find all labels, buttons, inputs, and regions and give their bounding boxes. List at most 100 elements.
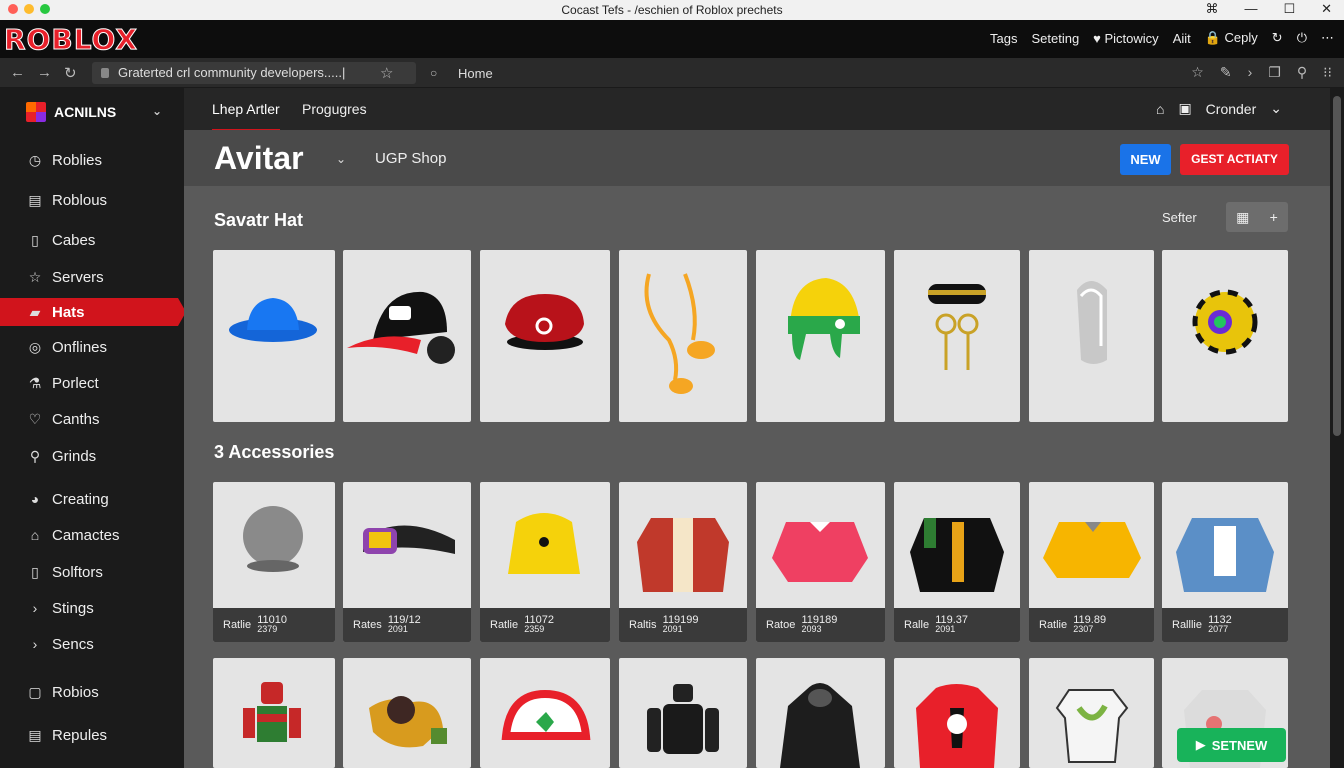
- close-icon[interactable]: ✕: [1321, 1, 1332, 17]
- accessory-year: 2359: [524, 624, 545, 634]
- accessory-card[interactable]: Ralle 119.37 2091: [894, 482, 1020, 642]
- accessory-card[interactable]: Ralllie 1132 2077: [1162, 482, 1288, 642]
- header-link-ceply[interactable]: 🔒 Ceply: [1205, 30, 1258, 46]
- vertical-scrollbar[interactable]: [1330, 88, 1344, 768]
- chevron-down-icon[interactable]: ⌄: [1270, 100, 1282, 117]
- sorter-label[interactable]: Sefter: [1162, 210, 1197, 225]
- hat-card-blue-fedora[interactable]: [213, 250, 335, 422]
- view-toggle[interactable]: ▦ +: [1226, 202, 1288, 232]
- account-switcher[interactable]: ACNILNS ⌄: [26, 102, 162, 122]
- extensions-icon[interactable]: ⁝⁝: [1323, 64, 1332, 81]
- get-activity-button[interactable]: GEST ACTIATY: [1180, 144, 1289, 175]
- accessory-card[interactable]: Raltis 119199 2091: [619, 482, 747, 642]
- tab-lhep-artler[interactable]: Lhep Artler: [212, 101, 280, 132]
- accessory-name: Ratlie: [490, 618, 519, 631]
- sidebar-item-roblous[interactable]: ▤ Roblous: [0, 186, 184, 214]
- window-title: Cocast Tefs - /eschien of Roblox prechet…: [561, 3, 783, 17]
- accessory-card[interactable]: Ratlie 11010 2379: [213, 482, 335, 642]
- tab-progugres[interactable]: Progugres: [302, 101, 367, 117]
- sidebar-item-grinds[interactable]: ⚲ Grinds: [0, 442, 184, 470]
- sidebar-item-label: Hats: [52, 303, 85, 321]
- item-card-black-armor[interactable]: [619, 658, 747, 768]
- chevron-down-icon[interactable]: ⌄: [336, 152, 346, 166]
- hat-card-gold-chain[interactable]: [894, 250, 1020, 422]
- scrollbar-thumb[interactable]: [1333, 96, 1341, 436]
- search-icon[interactable]: ⚲: [1297, 64, 1307, 81]
- home-tab[interactable]: Home: [458, 66, 493, 81]
- ugp-shop-link[interactable]: UGP Shop: [375, 150, 446, 167]
- accessory-image: [910, 518, 1004, 592]
- user-name[interactable]: Cronder: [1206, 101, 1257, 117]
- new-button[interactable]: NEW: [1120, 144, 1171, 175]
- add-icon[interactable]: +: [1270, 209, 1278, 225]
- url-input[interactable]: Graterted crl community developers.....|: [92, 62, 416, 84]
- star-icon[interactable]: ☆: [1191, 64, 1204, 81]
- minimize-icon[interactable]: —: [1244, 1, 1257, 17]
- hat-card-silver-helmet[interactable]: [1029, 250, 1154, 422]
- sidebar-item-camactes[interactable]: ⌂ Camactes: [0, 521, 184, 549]
- accessory-price-row: Rates 119/12 2091: [343, 608, 471, 642]
- bookmark-star-icon[interactable]: ☆: [380, 64, 393, 82]
- sidebar-item-sencs[interactable]: › Sencs: [0, 630, 184, 658]
- hat-card-red-beret[interactable]: [480, 250, 610, 422]
- more-icon[interactable]: ⋯: [1321, 30, 1334, 46]
- header-link-aiit[interactable]: Aiit: [1173, 31, 1191, 46]
- accessory-price-row: Ratoe 119189 2093: [756, 608, 885, 642]
- accessory-name: Raltis: [629, 618, 657, 631]
- sidebar-item-label: Stings: [52, 599, 94, 617]
- power-icon[interactable]: ⏻: [1297, 30, 1307, 46]
- sidebar-item-roblies[interactable]: ◷ Roblies: [0, 146, 184, 174]
- home-icon[interactable]: ⌂: [1156, 101, 1164, 117]
- grid-view-icon[interactable]: ▦: [1236, 209, 1249, 226]
- sidebar-item-servers[interactable]: ☆ Servers: [0, 263, 184, 291]
- tabs-icon[interactable]: ❐: [1268, 64, 1281, 81]
- forward-arrow-icon[interactable]: →: [37, 64, 52, 81]
- header-link-pictowicy[interactable]: ♥ Pictowicy: [1093, 31, 1159, 46]
- item-card-red-jacket[interactable]: [894, 658, 1020, 768]
- hat-card-orange-lanyard[interactable]: [619, 250, 747, 422]
- hat-card-yellow-ball[interactable]: [1162, 250, 1288, 422]
- sidebar-item-solftors[interactable]: ▯ Solftors: [0, 558, 184, 586]
- command-icon[interactable]: ⌘: [1205, 1, 1218, 17]
- sidebar-item-onflines[interactable]: ◎ Onflines: [0, 333, 184, 361]
- url-text: Graterted crl community developers.....|: [118, 65, 346, 80]
- sidebar-item-cabes[interactable]: ▯ Cabes: [0, 226, 184, 254]
- back-arrow-icon[interactable]: ←: [10, 64, 25, 81]
- play-icon: ▶: [1195, 737, 1206, 752]
- accessory-card[interactable]: Ratoe 119189 2093: [756, 482, 885, 642]
- sidebar-item-hats[interactable]: ▰ Hats: [0, 298, 186, 326]
- sidebar-item-porlect[interactable]: ⚗ Porlect: [0, 369, 184, 397]
- header-link-tags[interactable]: Tags: [990, 31, 1017, 46]
- accessory-image: [772, 522, 868, 582]
- sidebar-item-repules[interactable]: ▤ Repules: [0, 721, 184, 749]
- sidebar-grinds-icon: ⚲: [29, 447, 41, 464]
- accessory-name: Ralllie: [1172, 618, 1202, 631]
- item-card-black-puffer[interactable]: [756, 658, 885, 768]
- roblox-logo[interactable]: ROBLOX: [4, 23, 138, 57]
- item-card-robot-figure[interactable]: [213, 658, 335, 768]
- accessory-card[interactable]: Rates 119/12 2091: [343, 482, 471, 642]
- hat-card-yellow-cap[interactable]: [756, 250, 885, 422]
- item-card-red-hat[interactable]: [480, 658, 610, 768]
- sidebar-item-canths[interactable]: ♡ Canths: [0, 405, 184, 433]
- hat-card-black-cap[interactable]: [343, 250, 471, 422]
- accessory-card[interactable]: Ratlie 11072 2359: [480, 482, 610, 642]
- sidebar-item-label: Creating: [52, 490, 109, 508]
- sidebar-item-stings[interactable]: › Stings: [0, 594, 184, 622]
- chevron-down-icon[interactable]: ⌄: [152, 104, 162, 118]
- reload-icon[interactable]: ↻: [64, 64, 77, 82]
- sidebar-item-robios[interactable]: ▢ Robios: [0, 678, 184, 706]
- sidebar: ACNILNS ⌄ ◷ Roblies ▤ Roblous ▯ Cabes ☆ Servers…: [0, 88, 186, 768]
- sidebar-item-label: Porlect: [52, 374, 99, 392]
- item-card-hoodie-figure[interactable]: [343, 658, 471, 768]
- item-card-white-jersey[interactable]: [1029, 658, 1154, 768]
- maximize-icon[interactable]: ☐: [1283, 1, 1295, 17]
- refresh-icon[interactable]: ↻: [1272, 30, 1283, 46]
- chevron-right-icon[interactable]: ›: [1248, 64, 1253, 81]
- pen-icon[interactable]: ✎: [1220, 64, 1232, 81]
- sidebar-item-creating[interactable]: ◕ Creating: [0, 485, 184, 513]
- setnew-button[interactable]: ▶ SETNEW: [1177, 728, 1286, 762]
- white-jersey-image: [1055, 689, 1129, 763]
- header-link-settings[interactable]: Seteting: [1031, 31, 1079, 46]
- accessory-card[interactable]: Ratlie 119.89 2307: [1029, 482, 1154, 642]
